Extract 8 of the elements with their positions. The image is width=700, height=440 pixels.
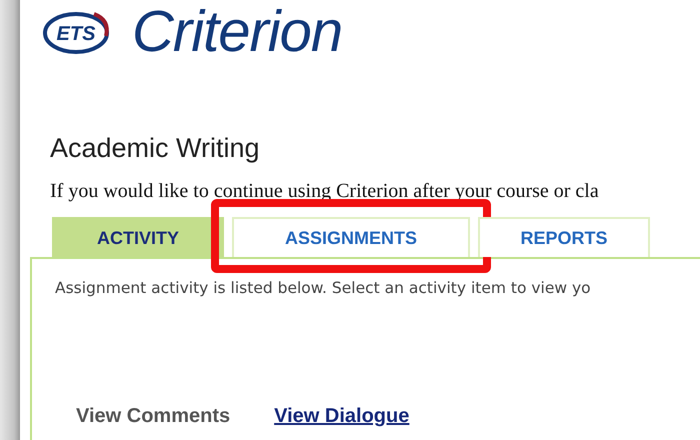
intro-text: Assignment activity is listed below. Select an activity item to view yo <box>55 279 592 298</box>
view-comments-label: View Comments <box>76 405 230 428</box>
page-title: Academic Writing <box>50 132 261 164</box>
tab[interactable]: REPORTS <box>478 217 650 258</box>
tab[interactable]: ASSIGNMENTS <box>232 217 470 258</box>
view-dialogue-link[interactable]: View Dialogue <box>274 405 410 428</box>
criterion-logo-text: Criterion <box>132 3 342 61</box>
tab[interactable]: ACTIVITY <box>52 217 224 258</box>
